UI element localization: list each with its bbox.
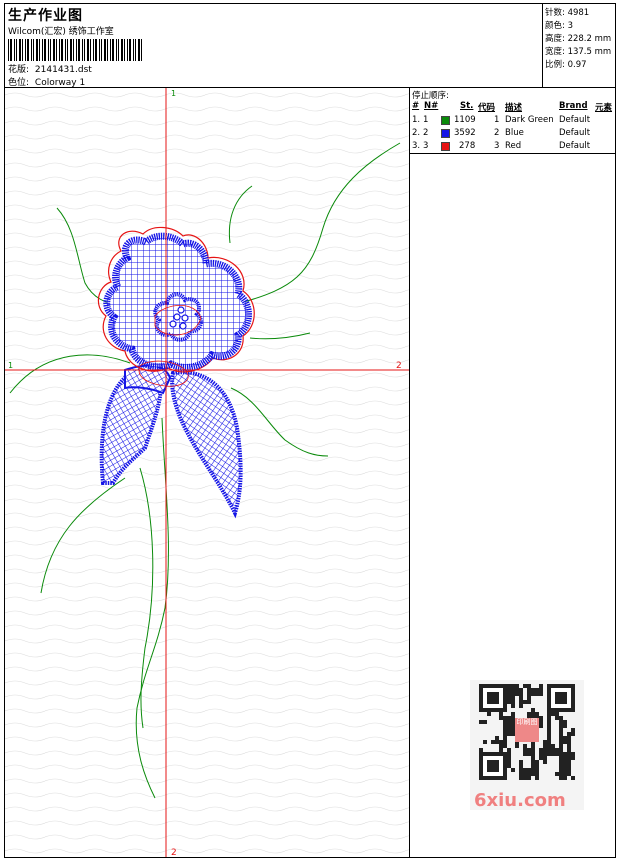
axis-label-left: 1: [8, 361, 13, 370]
color-swatch: [441, 116, 450, 125]
stat-height: 高度: 228.2 mm: [545, 34, 612, 44]
stat-scale: 比例: 0.97: [545, 60, 587, 70]
stat-stitches: 针数: 4981: [545, 8, 590, 18]
design-file-label: 花版:: [8, 65, 30, 75]
axis-label-right: 2: [396, 361, 402, 371]
watermark: 印刷图 6xiu.com: [470, 680, 584, 811]
fabric-background: [5, 88, 409, 857]
col-stitches: St.: [460, 101, 474, 111]
header-info: 生产作业图 Wilcom(汇宏) 绣饰工作室 花版: 2141431.dst 色…: [4, 3, 542, 88]
stop-sequence-title: 停止顺序:: [412, 91, 449, 101]
page-title: 生产作业图: [8, 8, 83, 24]
axis-label-top: 1: [171, 89, 176, 98]
embroidery-design-canvas: 1 2 1 2: [5, 88, 409, 857]
table-divider: [410, 153, 616, 154]
col-n: N#: [424, 101, 439, 111]
color-swatch: [441, 142, 450, 151]
table-row: 2. 2 3592 2 Blue Default: [412, 128, 591, 138]
stat-colors: 颜色: 3: [545, 21, 573, 31]
col-brand: Brand: [559, 101, 588, 111]
stat-width: 宽度: 137.5 mm: [545, 47, 612, 57]
col-code: 代码: [478, 103, 496, 113]
col-num: #: [412, 101, 420, 111]
axis-label-bottom: 2: [171, 848, 177, 857]
embroidery-design-drawing: 1 2 1 2: [5, 88, 409, 857]
seal-text: 印刷图: [516, 718, 538, 726]
stop-sequence-header: # N# St. 代码 描述 Brand 元素: [410, 101, 616, 113]
design-stats: 针数: 4981 颜色: 3 高度: 228.2 mm 宽度: 137.5 mm…: [542, 3, 616, 87]
watermark-seal: 印刷图: [515, 718, 539, 742]
barcode-icon: [8, 39, 142, 61]
design-file-name: 2141431.dst: [34, 65, 92, 75]
col-desc: 描述: [505, 103, 523, 113]
table-row: 1. 1 1109 1 Dark Green Default: [412, 115, 591, 125]
design-file-line: 花版: 2141431.dst: [8, 62, 92, 75]
studio-name: Wilcom(汇宏) 绣饰工作室: [8, 27, 114, 37]
watermark-logo-text: 6xiu.com: [474, 790, 566, 811]
col-element: 元素: [595, 103, 613, 113]
color-swatch: [441, 129, 450, 138]
